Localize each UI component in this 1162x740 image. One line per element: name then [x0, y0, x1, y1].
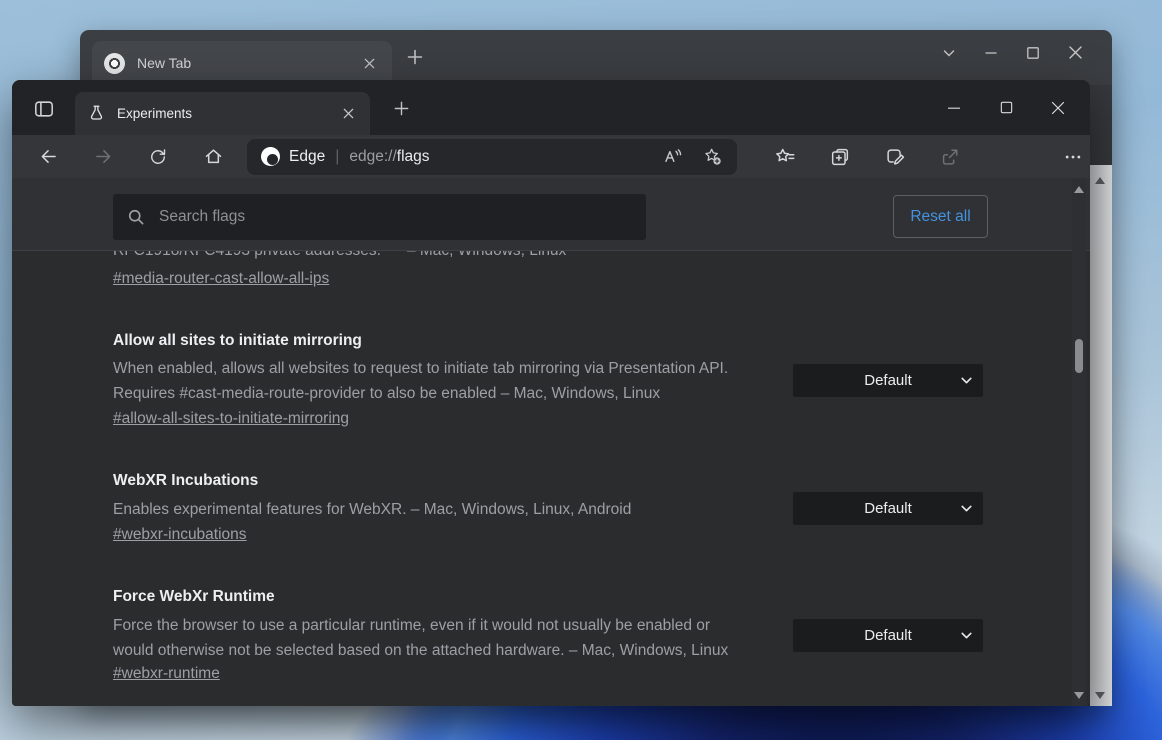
flag-value-dropdown[interactable]: Default	[793, 364, 983, 397]
search-flags-input[interactable]	[157, 207, 633, 227]
collections-icon[interactable]	[823, 140, 857, 174]
address-bar[interactable]: Edge | edge://flags	[247, 139, 737, 175]
flag-description: When enabled, allows all websites to req…	[113, 357, 781, 406]
reset-all-button[interactable]: Reset all	[893, 195, 988, 238]
background-minimize-button[interactable]	[983, 45, 999, 61]
tab-close-icon[interactable]	[339, 104, 358, 123]
maximize-button[interactable]	[980, 89, 1032, 127]
read-aloud-icon[interactable]	[662, 146, 683, 167]
page-scrollbar[interactable]	[1072, 178, 1086, 706]
tab-actions-menu-icon[interactable]	[26, 96, 62, 122]
address-path: flags	[397, 148, 430, 166]
favorites-icon[interactable]	[768, 140, 802, 174]
chevron-down-icon	[959, 501, 974, 516]
background-close-button[interactable]	[1067, 44, 1084, 61]
flag-description: Force the browser to use a particular ru…	[113, 614, 781, 663]
scroll-up-icon[interactable]	[1074, 186, 1084, 193]
flags-page-header: Reset all	[12, 178, 1090, 251]
flag-description: Enables experimental features for WebXR.…	[113, 498, 781, 523]
background-page-scrollbar[interactable]	[1088, 165, 1112, 706]
flags-page: RFC1918/RFC4193 private addresses. – Mac…	[12, 178, 1090, 706]
background-tab-new-tab[interactable]: New Tab	[92, 41, 392, 85]
tab-title: Experiments	[117, 106, 339, 121]
web-capture-icon[interactable]	[878, 140, 912, 174]
chevron-down-icon	[959, 628, 974, 643]
edge-logo-icon	[261, 147, 280, 166]
edge-browser-window: Experiments	[12, 80, 1090, 706]
tab-experiments[interactable]: Experiments	[75, 92, 370, 135]
scroll-down-icon[interactable]	[1095, 692, 1105, 699]
background-tab-close-icon[interactable]	[359, 55, 380, 72]
settings-more-icon[interactable]	[1056, 140, 1090, 174]
scrollbar-thumb[interactable]	[1075, 339, 1083, 373]
background-window-controls	[941, 44, 1084, 61]
flag-title: WebXR Incubations	[113, 472, 258, 490]
flag-value-dropdown[interactable]: Default	[793, 492, 983, 525]
beaker-icon	[87, 104, 106, 123]
background-new-tab-button[interactable]	[405, 47, 425, 67]
flag-value-dropdown[interactable]: Default	[793, 619, 983, 652]
address-divider: |	[335, 148, 339, 166]
minimize-button[interactable]	[928, 89, 980, 127]
scroll-up-icon[interactable]	[1095, 177, 1105, 184]
search-flags-box[interactable]	[113, 194, 646, 240]
flag-link[interactable]: #webxr-runtime	[113, 665, 220, 683]
tab-search-chevron-icon[interactable]	[941, 45, 957, 61]
back-icon[interactable]	[31, 140, 65, 174]
window-controls	[928, 80, 1084, 135]
home-icon[interactable]	[196, 140, 230, 174]
scroll-down-icon[interactable]	[1074, 692, 1084, 699]
flag-link[interactable]: #media-router-cast-allow-all-ips	[113, 270, 329, 288]
close-button[interactable]	[1032, 89, 1084, 127]
new-tab-button[interactable]	[388, 98, 414, 118]
flag-title: Allow all sites to initiate mirroring	[113, 332, 362, 350]
browser-toolbar: Edge | edge://flags	[12, 135, 1090, 178]
forward-icon[interactable]	[86, 140, 120, 174]
share-icon[interactable]	[933, 140, 967, 174]
desktop-wallpaper: New Tab	[0, 0, 1162, 740]
add-favorite-icon[interactable]	[702, 146, 723, 167]
address-scheme: edge://	[349, 148, 396, 166]
flag-title: Force WebXr Runtime	[113, 588, 275, 606]
tab-strip: Experiments	[12, 80, 1090, 135]
background-tab-title: New Tab	[137, 55, 359, 71]
refresh-icon[interactable]	[141, 140, 175, 174]
address-brand: Edge	[289, 148, 325, 166]
flag-link[interactable]: #webxr-incubations	[113, 526, 247, 544]
background-maximize-button[interactable]	[1025, 45, 1041, 61]
chevron-down-icon	[959, 373, 974, 388]
search-icon	[126, 207, 146, 227]
flags-list: RFC1918/RFC4193 private addresses. – Mac…	[12, 178, 1090, 706]
flag-link[interactable]: #allow-all-sites-to-initiate-mirroring	[113, 410, 349, 428]
browser-logo-icon	[104, 53, 125, 74]
